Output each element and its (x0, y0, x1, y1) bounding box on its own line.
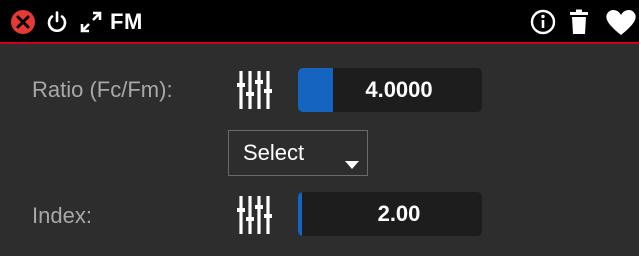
index-number-box[interactable]: 2.00 (298, 192, 482, 236)
heart-icon[interactable] (603, 0, 639, 44)
close-icon[interactable] (10, 0, 36, 44)
ratio-value: 4.0000 (365, 77, 433, 102)
index-value: 2.00 (377, 201, 421, 226)
select-dropdown[interactable]: Select (228, 130, 368, 176)
info-icon[interactable] (530, 0, 556, 44)
ratio-number-box[interactable]: 4.0000 (298, 68, 482, 112)
title-bar: FM (0, 0, 639, 44)
power-icon[interactable] (44, 0, 70, 44)
sliders-icon[interactable] (236, 69, 274, 111)
caret-down-icon (345, 149, 359, 175)
window-title: FM (110, 9, 143, 34)
select-label: Select (243, 140, 305, 165)
trash-icon[interactable] (567, 0, 591, 44)
sliders-icon[interactable] (236, 194, 274, 236)
expand-icon[interactable] (78, 0, 104, 44)
index-label: Index: (32, 203, 92, 228)
ratio-label: Ratio (Fc/Fm): (32, 77, 173, 102)
